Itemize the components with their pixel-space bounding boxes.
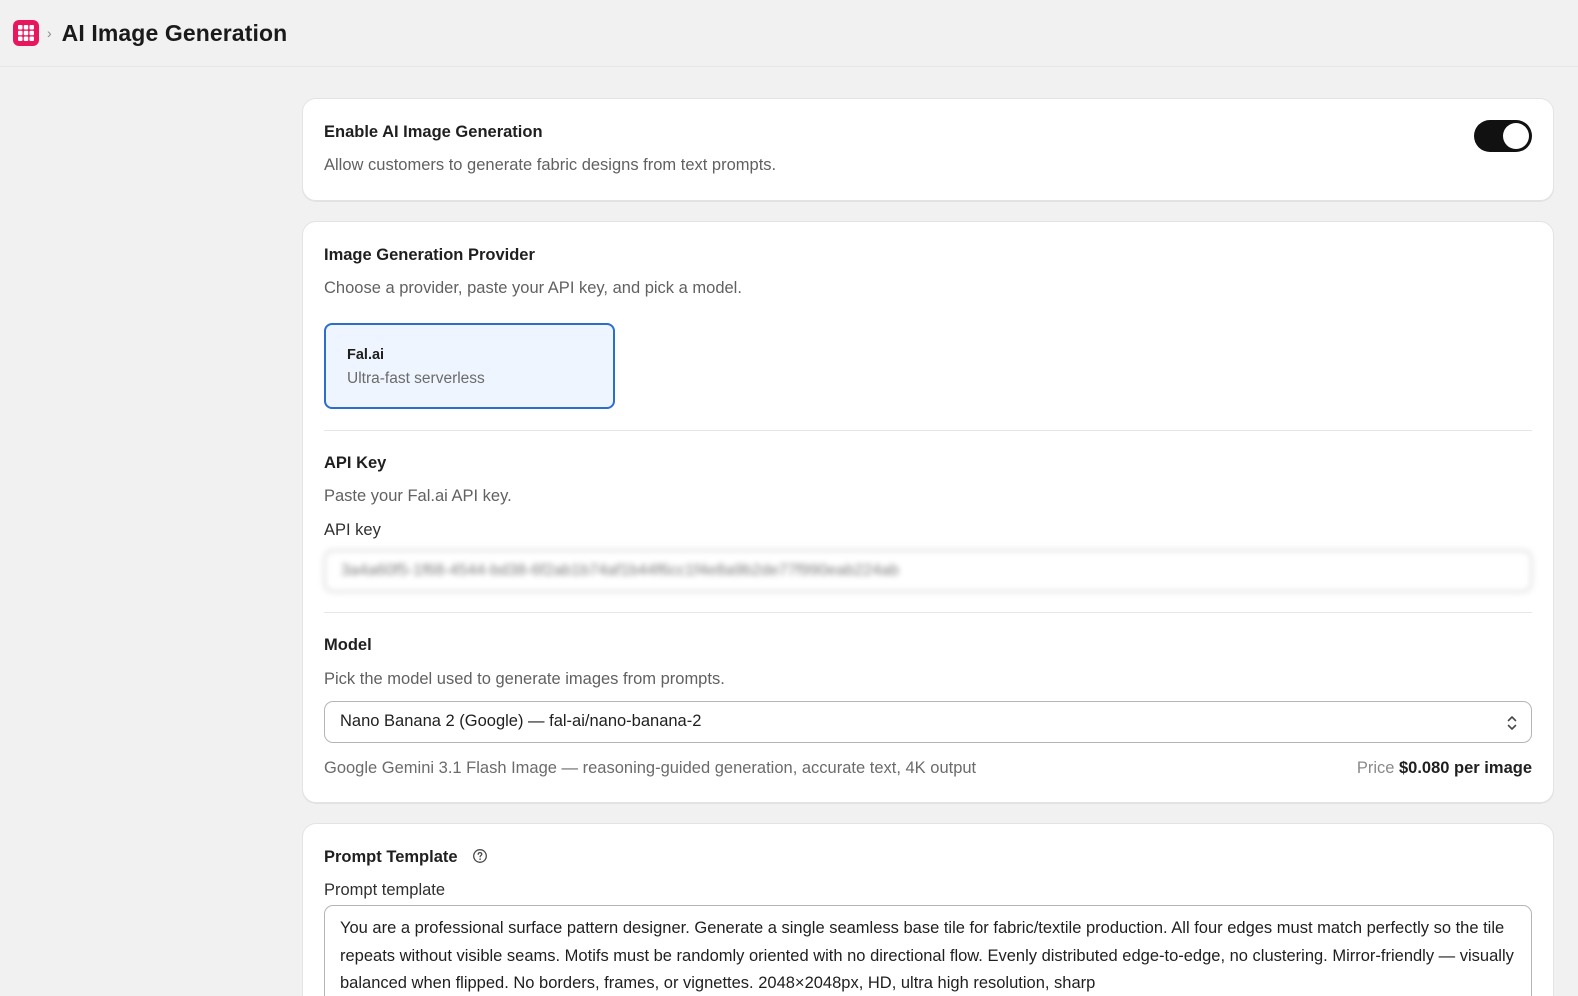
api-key-title: API Key	[324, 454, 387, 472]
divider	[324, 612, 1532, 613]
api-key-input[interactable]	[324, 550, 1532, 592]
provider-option-name: Fal.ai	[347, 347, 385, 363]
api-key-description: Paste your Fal.ai API key.	[324, 487, 512, 505]
provider-option-falai[interactable]: Fal.ai Ultra-fast serverless	[324, 323, 615, 409]
enable-description: Allow customers to generate fabric desig…	[324, 156, 777, 174]
model-select-value: Nano Banana 2 (Google) — fal-ai/nano-ban…	[340, 712, 702, 730]
price-label: Price	[1356, 759, 1395, 777]
provider-description: Choose a provider, paste your API key, a…	[324, 279, 742, 297]
chevron-up-down-icon	[1507, 716, 1517, 730]
help-circle-icon[interactable]	[472, 848, 488, 864]
chevron-right-icon: ›	[47, 25, 52, 41]
prompt-card: Prompt Template Prompt template You are …	[302, 823, 1554, 996]
model-price: Price $0.080 per image	[1357, 759, 1532, 778]
model-description: Pick the model used to generate images f…	[324, 670, 725, 688]
prompt-textarea[interactable]: You are a professional surface pattern d…	[324, 905, 1532, 996]
page-title: AI Image Generation	[61, 19, 288, 46]
enable-toggle[interactable]	[1474, 120, 1532, 152]
provider-card-section: Image Generation Provider Choose a provi…	[302, 221, 1554, 803]
model-select[interactable]: Nano Banana 2 (Google) — fal-ai/nano-ban…	[324, 701, 1532, 743]
api-key-label: API key	[324, 521, 381, 539]
provider-title: Image Generation Provider	[324, 246, 535, 264]
price-value: $0.080 per image	[1399, 759, 1532, 777]
toggle-knob	[1503, 123, 1529, 149]
prompt-label: Prompt template	[324, 881, 446, 899]
provider-option-description: Ultra-fast serverless	[347, 370, 485, 387]
prompt-title: Prompt Template	[324, 848, 458, 866]
grid-app-icon[interactable]	[13, 20, 39, 46]
divider	[324, 430, 1532, 431]
enable-title: Enable AI Image Generation	[324, 123, 543, 141]
model-detail: Google Gemini 3.1 Flash Image — reasonin…	[324, 759, 977, 777]
breadcrumb: › AI Image Generation	[0, 0, 1578, 67]
model-title: Model	[324, 636, 372, 654]
enable-card: Enable AI Image Generation Allow custome…	[302, 98, 1554, 201]
